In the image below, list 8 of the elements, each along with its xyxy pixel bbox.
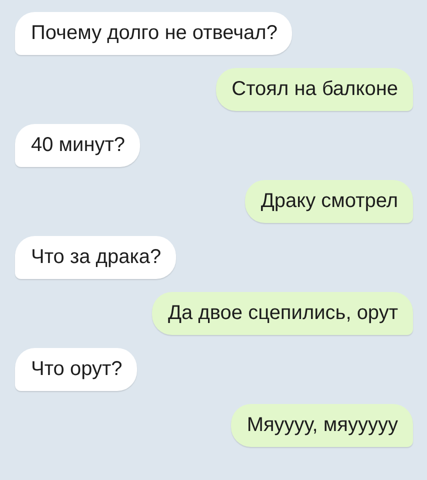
outgoing-message: Стоял на балконе xyxy=(216,68,413,111)
incoming-message: 40 минут? xyxy=(15,124,140,167)
outgoing-message: Драку смотрел xyxy=(244,180,413,223)
incoming-message: Что орут? xyxy=(15,348,138,391)
incoming-message: Почему долго не отвечал? xyxy=(15,12,292,55)
outgoing-message: Мяуууу, мяууууу xyxy=(230,404,413,447)
incoming-message: Что за драка? xyxy=(15,236,176,279)
outgoing-message: Да двое сцепились, орут xyxy=(152,292,413,335)
